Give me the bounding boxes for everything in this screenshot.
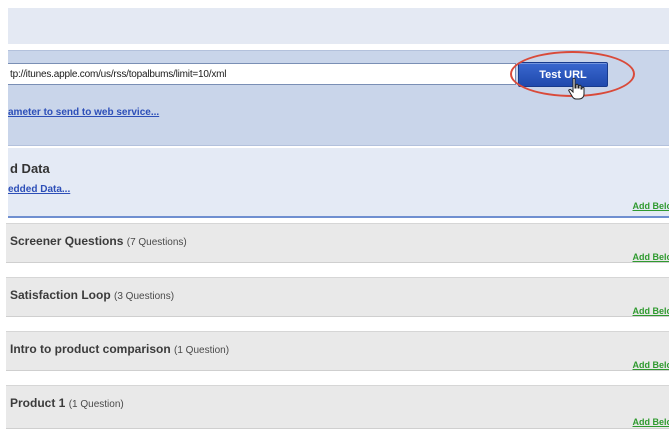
add-below-link[interactable]: Add Below — [633, 360, 669, 370]
block-title-text: Product 1 — [10, 396, 66, 410]
add-below-link[interactable]: Add Below — [633, 201, 669, 211]
top-band — [8, 8, 669, 44]
block-question-count: (7 Questions) — [126, 237, 187, 248]
block-title: Product 1 (1 Question) — [10, 396, 124, 410]
block-title: Satisfaction Loop (3 Questions) — [10, 288, 174, 302]
block-product-1[interactable]: Product 1 (1 Question) Add Below — [6, 385, 669, 429]
parameter-link[interactable]: ameter to send to web service... — [8, 107, 159, 118]
add-below-link[interactable]: Add Below — [633, 252, 669, 262]
embedded-data-panel: d Data edded Data... Add Below — [8, 148, 669, 218]
block-title-text: Intro to product comparison — [10, 342, 171, 356]
embedded-data-link[interactable]: edded Data... — [8, 184, 70, 195]
block-intro-product-comparison[interactable]: Intro to product comparison (1 Question)… — [6, 331, 669, 371]
block-screener-questions[interactable]: Screener Questions (7 Questions) Add Bel… — [6, 223, 669, 263]
add-below-link[interactable]: Add Below — [633, 417, 669, 427]
embedded-data-title: d Data — [10, 161, 50, 176]
block-question-count: (1 Question) — [174, 345, 230, 356]
test-url-button[interactable]: Test URL — [518, 62, 608, 87]
hand-pointer-icon — [568, 77, 585, 100]
block-question-count: (1 Question) — [68, 399, 124, 410]
web-service-url-panel: Test URL ameter to send to web service..… — [8, 50, 669, 146]
block-title-text: Screener Questions — [10, 234, 124, 248]
block-title: Intro to product comparison (1 Question) — [10, 342, 229, 356]
web-service-url-input[interactable] — [8, 63, 516, 85]
block-question-count: (3 Questions) — [114, 291, 175, 302]
survey-editor-page: Test URL ameter to send to web service..… — [0, 0, 669, 429]
block-title: Screener Questions (7 Questions) — [10, 234, 187, 248]
block-satisfaction-loop[interactable]: Satisfaction Loop (3 Questions) Add Belo… — [6, 277, 669, 317]
add-below-link[interactable]: Add Below — [633, 306, 669, 316]
block-title-text: Satisfaction Loop — [10, 288, 111, 302]
